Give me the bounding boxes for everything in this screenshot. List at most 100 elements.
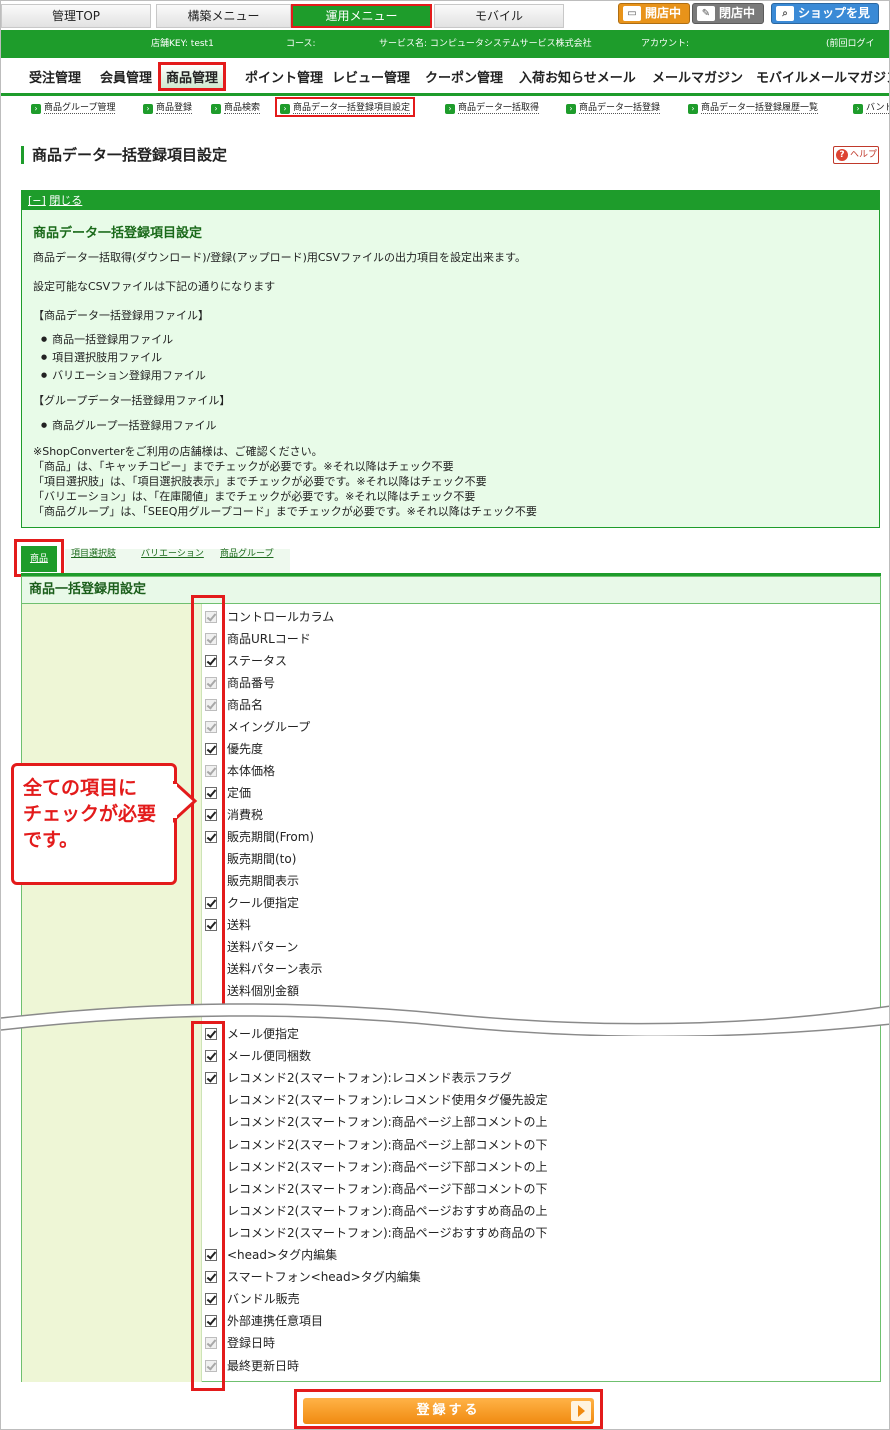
arrow-icon: › [143,104,153,114]
account: アカウント: [641,39,690,49]
product-settings-panel: 商品一括登録用設定 [21,576,881,1382]
tab-product-group[interactable]: 商品グループ [220,546,273,559]
store-open-label: 開店中 [645,6,682,20]
field-label: レコメンド2(スマートフォン):商品ページ上部コメントの上 [227,1115,548,1130]
note-line: 「商品」は、「キャッチコピー」までチェックが必要です。※それ以降はチェック不要 [33,460,454,473]
help-button[interactable]: ? ヘルプ [833,146,879,164]
nav-members[interactable]: 会員管理 [100,67,152,86]
tab-operation-menu[interactable]: 運用メニュー [291,4,432,28]
file-group-2-title: 【グループデータ一括登録用ファイル】 [33,394,231,407]
field-label: <head>タグ内編集 [227,1248,338,1262]
highlight-checkbox-column-bottom [191,1021,225,1391]
callout-note: 全ての項目に チェックが必要 です。 [11,763,177,885]
field-label: レコメンド2(スマートフォン):商品ページおすすめ商品の下 [227,1225,548,1240]
main-nav: 受注管理 会員管理 商品管理 ポイント管理 レビュー管理 クーポン管理 入荷お知… [1,58,889,96]
close-link[interactable]: 閉じる [49,194,82,207]
tab-label: 商品グループ [220,549,274,559]
tab-variation[interactable]: バリエーション [141,546,204,559]
field-label: 送料 [227,918,252,932]
description-available: 設定可能なCSVファイルは下記の通りになります [33,280,276,293]
field-label: 消費税 [227,808,264,822]
list-item: 商品一括登録用ファイル [41,331,173,347]
subnav-bulk-download[interactable]: › 商品データ一括取得 [445,100,540,114]
store-key: 店舗KEY: test1 [151,39,214,49]
page-frame: 管理TOP 構築メニュー 運用メニュー モバイル ▭ 開店中 ✎ 閉店中 ⌕ シ… [0,0,890,1430]
subnav-label: バンド [866,103,889,114]
nav-reviews[interactable]: レビュー管理 [332,67,410,86]
page-break-wave [1,1003,889,1036]
sub-nav: › 商品グループ管理 › 商品登録 › 商品検索 › 商品データ一括登録項目設定 › 商品… [1,96,889,122]
description-box: [−] 閉じる 商品データ一括登録項目設定 商品データ一括取得(ダウンロード)/… [21,190,880,528]
nav-coupons[interactable]: クーポン管理 [425,67,503,86]
tab-product[interactable]: 商品 [14,539,64,577]
list-item: 商品グループ一括登録用ファイル [41,417,216,433]
subnav-label: 商品検索 [224,103,261,114]
arrow-icon: › [211,104,221,114]
tab-item-options[interactable]: 項目選択肢 [71,546,116,559]
arrow-right-icon [571,1401,591,1421]
list-item: 項目選択肢用ファイル [41,349,162,365]
collapse-icon[interactable]: [−] [28,194,46,207]
callout-line: です。 [23,829,79,851]
subnav-label: 商品グループ管理 [44,103,116,114]
submit-highlight: 登録する [294,1389,603,1429]
panel-label-column [22,604,202,1382]
course: コース: [286,39,316,49]
subnav-label: 商品データ一括登録項目設定 [293,103,411,114]
nav-mobile-mail-magazine[interactable]: モバイルメールマガジン [756,67,889,86]
view-shop-button[interactable]: ⌕ ショップを見る [771,3,879,39]
service-name: サービス名: コンピュータシステムサービス株式会社 [379,39,592,49]
field-label: 登録日時 [227,1336,276,1351]
field-label: レコメンド2(スマートフォン):商品ページ下部コメントの下 [227,1181,548,1196]
subnav-product-search[interactable]: › 商品検索 [211,100,261,114]
nav-points[interactable]: ポイント管理 [245,67,323,86]
subnav-product-register[interactable]: › 商品登録 [143,100,193,114]
field-label: 販売期間表示 [227,874,300,888]
subnav-product-group[interactable]: › 商品グループ管理 [31,100,116,114]
field-label: 商品URLコード [227,632,311,646]
tab-mobile[interactable]: モバイル [434,4,564,28]
pencil-icon: ✎ [697,6,715,21]
field-label: レコメンド2(スマートフォン):商品ページ上部コメントの下 [227,1137,548,1152]
account-info-bar: 店舗KEY: test1 コース: サービス名: コンピュータシステムサービス株… [1,30,889,58]
subnav-label: 商品登録 [156,103,193,114]
note-line: 「バリエーション」は、「在庫閾値」までチェックが必要です。※それ以降はチェック不… [33,490,476,503]
nav-mail-magazine[interactable]: メールマガジン [652,67,743,86]
tab-admin-top[interactable]: 管理TOP [1,4,151,28]
store-open-button[interactable]: ▭ 開店中 [618,3,690,24]
subnav-bundle[interactable]: ›バンド [853,100,889,114]
field-label: バンドル販売 [227,1292,300,1307]
field-label: ステータス [227,654,288,668]
callout-line: 全ての項目に [23,777,138,799]
note-line: ※ShopConverterをご利用の店舗様は、ご確認ください。 [33,445,323,458]
register-button[interactable]: 登録する [303,1398,594,1424]
subnav-bulk-upload[interactable]: › 商品データ一括登録 [566,100,661,114]
subnav-label: 商品データ一括登録 [579,103,661,114]
tab-build-menu[interactable]: 構築メニュー [156,4,291,28]
nav-orders[interactable]: 受注管理 [29,67,81,86]
description-intro: 商品データ一括取得(ダウンロード)/登録(アップロード)用CSVファイルの出力項… [33,251,526,264]
field-label: レコメンド2(スマートフォン):商品ページおすすめ商品の上 [227,1203,548,1218]
tab-label: 項目選択肢 [71,549,117,559]
field-label: スマートフォン<head>タグ内編集 [227,1270,421,1285]
arrow-icon: › [853,104,863,114]
store-close-button[interactable]: ✎ 閉店中 [692,3,764,24]
help-icon: ? [836,149,848,161]
nav-products[interactable]: 商品管理 [158,62,227,91]
field-label: コントロールカラム [227,610,335,624]
field-label: 定価 [227,786,252,800]
field-label: 販売期間(From) [227,830,315,844]
arrow-icon: › [445,104,455,114]
field-label: 本体価格 [227,764,276,778]
field-label: 送料パターン [227,940,299,954]
field-label: 送料パターン表示 [227,962,323,976]
field-label: 外部連携任意項目 [227,1314,324,1329]
subnav-bulk-item-settings[interactable]: › 商品データ一括登録項目設定 [275,97,416,117]
file-group-1-title: 【商品データ一括登録用ファイル】 [33,309,209,322]
callout-line: チェックが必要 [23,803,157,825]
nav-arrival-mail[interactable]: 入荷お知らせメール [519,67,636,86]
field-label: 優先度 [227,742,264,756]
description-toggle-bar[interactable]: [−] 閉じる [22,191,879,210]
tab-label: バリエーション [141,549,204,559]
subnav-bulk-history[interactable]: › 商品データ一括登録履歴一覧 [688,100,819,114]
